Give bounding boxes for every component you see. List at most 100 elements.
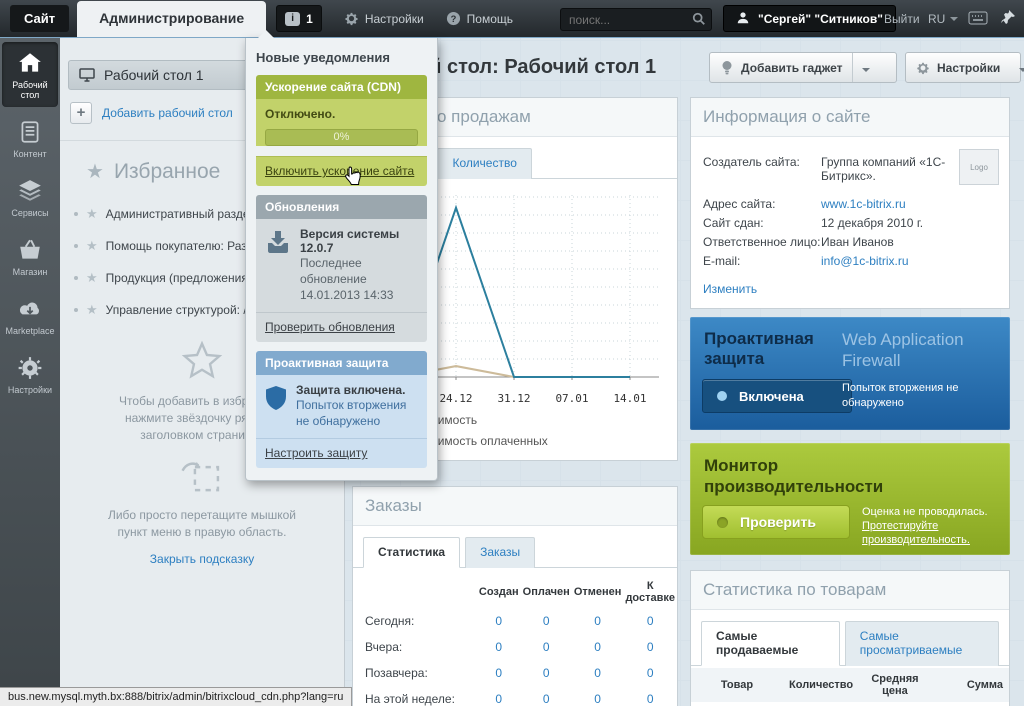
- search-icon[interactable]: [692, 12, 706, 29]
- site-info-widget: Информация о сайте Logo Создатель сайта:…: [690, 97, 1010, 309]
- cdn-notification: Ускорение сайта (CDN) Отключено. 0% Вклю…: [256, 75, 427, 186]
- table-row: Крад 5 54 000 руб 270 000 руб: [691, 702, 1009, 706]
- notifications-button[interactable]: i 1: [276, 5, 322, 32]
- sidebar-item-marketplace[interactable]: Marketplace: [2, 288, 58, 343]
- column-header: Оплачен: [522, 586, 570, 598]
- chevron-down-icon: [862, 67, 871, 72]
- field-label: E-mail:: [703, 254, 741, 268]
- cdn-progress-value: 0%: [333, 131, 350, 143]
- sidebar-item-label: Магазин: [12, 267, 48, 277]
- drag-handle-icon: [74, 276, 78, 280]
- product-name: Крад: [691, 702, 783, 706]
- sidebar-item-content[interactable]: Контент: [2, 111, 58, 166]
- order-count-link[interactable]: 0: [521, 660, 572, 686]
- edit-site-info-link[interactable]: Изменить: [703, 282, 757, 296]
- favorite-label: Помощь покупателю: Разде: [105, 239, 261, 253]
- desktop-settings-button[interactable]: Настройки: [905, 52, 1024, 83]
- order-count-link[interactable]: 0: [477, 686, 521, 706]
- check-performance-button[interactable]: Проверить: [702, 505, 850, 539]
- site-url-link[interactable]: www.1c-bitrix.ru: [821, 197, 906, 211]
- table-row: Вчера: 0 0 0 0: [353, 634, 677, 660]
- check-updates-link[interactable]: Проверить обновления: [265, 320, 395, 334]
- star-icon: ★: [86, 206, 98, 221]
- configure-security-link[interactable]: Настроить защиту: [265, 446, 367, 460]
- sidebar-item-services[interactable]: Сервисы: [2, 170, 58, 225]
- user-icon: [736, 11, 751, 26]
- tab-statistics[interactable]: Статистика: [363, 537, 461, 568]
- star-icon: ★: [86, 161, 104, 183]
- column-header: Средняя цена: [871, 673, 919, 697]
- sidebar-item-shop[interactable]: Магазин: [2, 229, 58, 284]
- order-count-link[interactable]: 0: [623, 660, 677, 686]
- pin-icon[interactable]: [1000, 9, 1016, 28]
- order-count-link[interactable]: 0: [477, 634, 521, 660]
- language-selector[interactable]: RU: [928, 12, 959, 26]
- orders-widget-title: Заказы: [353, 487, 677, 526]
- order-count-link[interactable]: 0: [572, 634, 624, 660]
- x-tick-label: 14.01: [613, 392, 647, 405]
- star-icon: ★: [86, 302, 98, 317]
- last-update-date: 14.01.2013 14:33: [300, 288, 394, 302]
- hotkeys-icon[interactable]: [968, 11, 988, 28]
- order-count-link[interactable]: 0: [623, 608, 677, 634]
- column-header: Создан: [478, 586, 519, 598]
- browser-status-bar: bus.new.mysql.myth.bx:888/bitrix/admin/b…: [0, 687, 353, 706]
- protection-enabled-button[interactable]: Включена: [702, 379, 852, 413]
- row-label: Вчера:: [365, 640, 403, 654]
- close-hint-link[interactable]: Закрыть подсказку: [150, 551, 254, 568]
- test-performance-link[interactable]: Протестируйте производительность.: [862, 520, 970, 546]
- products-table: Товар Количество Средняя цена Сумма Крад…: [691, 668, 1009, 706]
- search-input[interactable]: [560, 8, 712, 31]
- order-count-link[interactable]: 0: [572, 660, 624, 686]
- order-count-link[interactable]: 0: [623, 634, 677, 660]
- updates-header: Обновления: [256, 195, 427, 219]
- notifications-title: Новые уведомления: [256, 50, 390, 65]
- star-icon: ★: [86, 270, 98, 285]
- add-desktop-link[interactable]: Добавить рабочий стол: [102, 106, 233, 120]
- orders-tabs: Статистика Заказы: [353, 526, 677, 568]
- order-count-link[interactable]: 0: [477, 660, 521, 686]
- field-value: Группа компаний «1С-Битрикс».: [821, 155, 946, 183]
- mouse-cursor: [345, 166, 361, 185]
- desktop-settings-label: Настройки: [937, 60, 1001, 75]
- user-menu-button[interactable]: "Сергей" "Ситников": [723, 5, 896, 32]
- security-header: Проактивная защита: [256, 351, 427, 375]
- tab-most-viewed[interactable]: Самые просматриваемые: [844, 621, 999, 666]
- sidebar-item-settings[interactable]: Настройки: [2, 347, 58, 402]
- topbar-settings[interactable]: Настройки: [344, 11, 424, 26]
- gear-icon: [917, 62, 929, 74]
- orders-widget: Заказы Статистика Заказы Создан Оплачен …: [352, 486, 678, 706]
- sidebar-item-desktop[interactable]: Рабочий стол: [2, 42, 58, 107]
- order-count-link[interactable]: 0: [623, 686, 677, 706]
- order-count-link[interactable]: 0: [521, 608, 572, 634]
- row-label: На этой неделе:: [365, 692, 455, 706]
- column-header: К доставке: [625, 580, 676, 604]
- sidebar-item-label: Контент: [13, 149, 47, 159]
- layers-icon: [19, 180, 41, 201]
- enable-cdn-link[interactable]: Включить ускорение сайта: [265, 164, 414, 178]
- add-desktop-plus-button[interactable]: +: [70, 102, 92, 124]
- order-count-link[interactable]: 0: [521, 634, 572, 660]
- update-download-icon: [268, 231, 288, 253]
- add-gadget-button[interactable]: Добавить гаджет: [709, 52, 897, 83]
- tab-quantity[interactable]: Количество: [437, 148, 532, 179]
- chevron-down-icon: [1019, 67, 1024, 72]
- topbar-help[interactable]: ? Помощь: [446, 11, 513, 26]
- tab-administration[interactable]: Администрирование: [77, 1, 267, 37]
- email-link[interactable]: info@1c-bitrix.ru: [821, 254, 909, 268]
- topbar-help-label: Помощь: [466, 11, 514, 26]
- order-count-link[interactable]: 0: [572, 608, 624, 634]
- order-count-link[interactable]: 0: [572, 686, 624, 706]
- tab-site[interactable]: Сайт: [10, 5, 70, 32]
- favorites-title: Избранное: [113, 159, 221, 183]
- order-count-link[interactable]: 0: [521, 686, 572, 706]
- order-count-link[interactable]: 0: [477, 608, 521, 634]
- site-info-title: Информация о сайте: [691, 98, 1009, 137]
- site-logo: Logo: [959, 149, 999, 185]
- check-button-label: Проверить: [740, 514, 816, 530]
- security-status: Защита включена.: [296, 383, 406, 397]
- tab-best-sellers[interactable]: Самые продаваемые: [701, 621, 840, 666]
- tab-orders[interactable]: Заказы: [465, 537, 536, 568]
- logout-link[interactable]: Выйти: [884, 12, 920, 26]
- field-label: Сайт сдан:: [703, 216, 764, 230]
